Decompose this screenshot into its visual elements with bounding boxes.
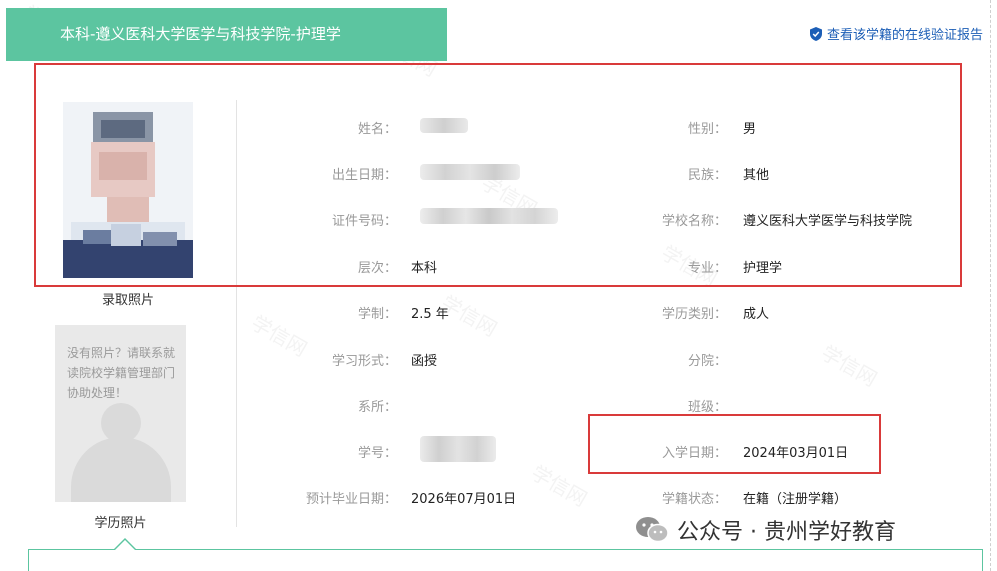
wechat-account-badge: 公众号 · 贵州学好教育 bbox=[635, 514, 896, 546]
study-form-value: 函授 bbox=[411, 354, 438, 369]
department-label: 系所： bbox=[357, 400, 397, 415]
graduation-date-value: 2026年07月01日 bbox=[411, 492, 517, 507]
student-number-label: 学号： bbox=[357, 446, 397, 461]
education-photo-caption: 学历照片 bbox=[94, 516, 147, 531]
student-number-redacted bbox=[420, 436, 496, 462]
enrollment-status-value: 在籍（注册学籍） bbox=[743, 492, 848, 507]
duration-value: 2.5 年 bbox=[411, 307, 449, 322]
wechat-account-text: 公众号 · 贵州学好教育 bbox=[677, 520, 896, 545]
education-type-value: 成人 bbox=[743, 307, 770, 322]
verify-link-label[interactable]: 查看该学籍的在线验证报告 bbox=[827, 24, 983, 43]
verify-report-link[interactable]: 查看该学籍的在线验证报告 bbox=[809, 24, 983, 43]
shield-check-icon bbox=[809, 26, 822, 41]
panel-notch-inner bbox=[115, 540, 135, 550]
admission-photo-caption: 录取照片 bbox=[101, 293, 154, 308]
graduation-date-label: 预计毕业日期： bbox=[305, 492, 397, 507]
wechat-icon bbox=[636, 517, 669, 543]
study-form-label: 学习形式： bbox=[331, 354, 397, 369]
education-photo-placeholder: 没有照片？请联系就读院校学籍管理部门协助处理！ bbox=[55, 325, 186, 502]
duration-label: 学制： bbox=[357, 307, 397, 322]
highlight-box-enrollment-date bbox=[588, 414, 881, 474]
enrollment-status-label: 学籍状态： bbox=[661, 492, 727, 507]
class-label: 班级： bbox=[687, 400, 727, 415]
next-section-panel bbox=[28, 549, 983, 571]
page-title: 本科-遵义医科大学医学与科技学院-护理学 bbox=[6, 8, 447, 61]
highlight-box-main bbox=[34, 63, 962, 287]
education-type-label: 学历类别： bbox=[661, 307, 727, 322]
branch-label: 分院： bbox=[687, 354, 727, 369]
avatar-placeholder-body bbox=[71, 437, 171, 502]
no-photo-text: 没有照片？请联系就读院校学籍管理部门协助处理！ bbox=[67, 346, 176, 400]
